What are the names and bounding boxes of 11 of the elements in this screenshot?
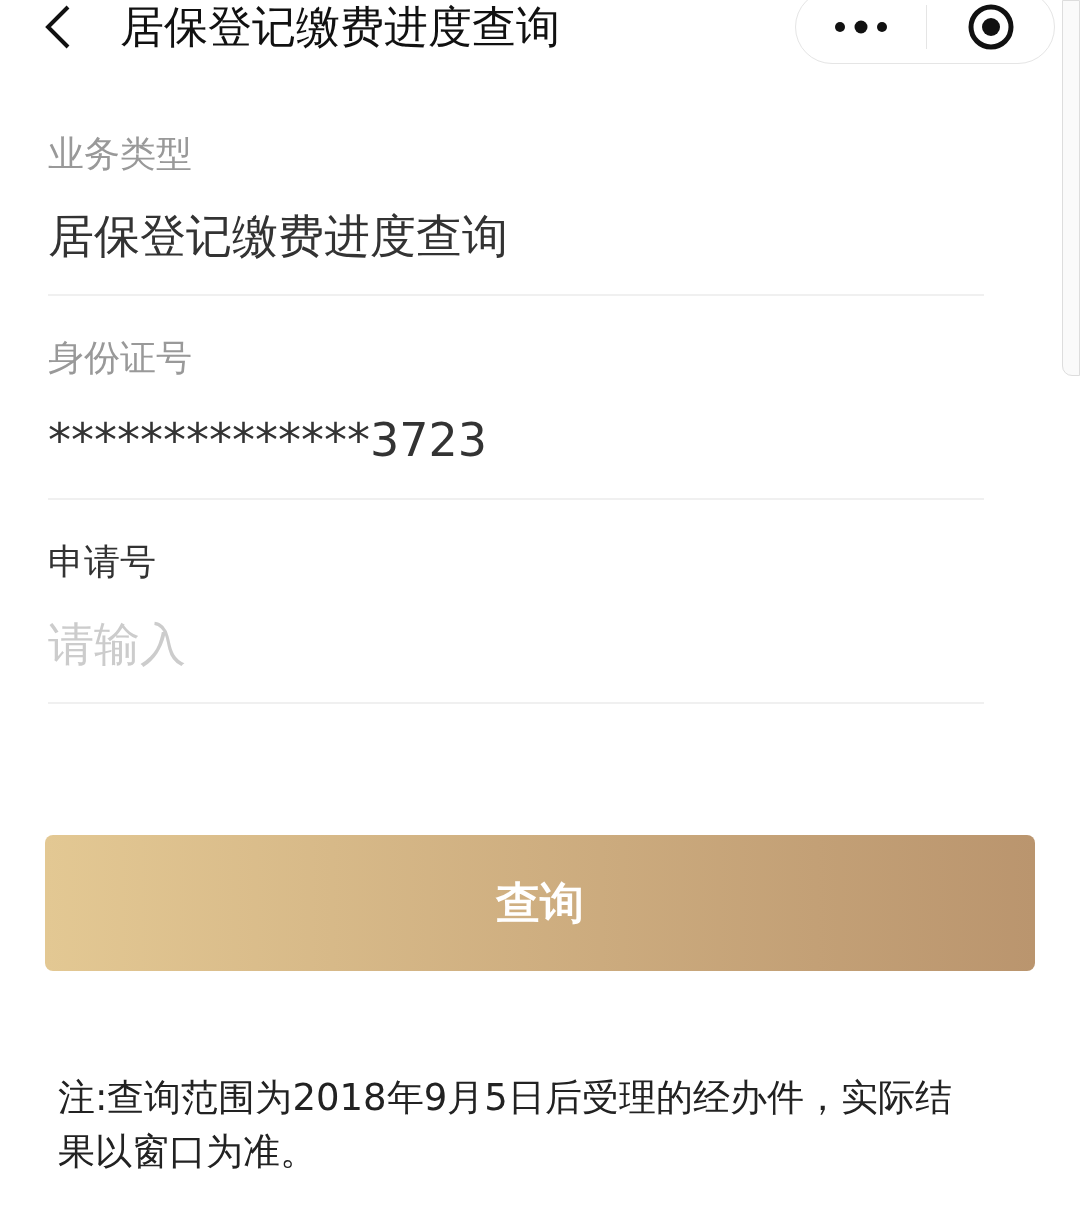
more-icon[interactable] xyxy=(834,20,888,34)
query-button[interactable]: 查询 xyxy=(45,835,1035,971)
field-value: **************3723 xyxy=(48,412,489,468)
field-value: 居保登记缴费进度查询 xyxy=(48,208,509,264)
back-icon[interactable] xyxy=(44,5,72,49)
close-icon[interactable] xyxy=(967,3,1015,51)
field-label: 业务类型 xyxy=(48,132,193,176)
field-label: 申请号 xyxy=(48,540,157,584)
page-title: 居保登记缴费进度查询 xyxy=(120,5,560,49)
note-text: 注:查询范围为2018年9月5日后受理的经办件，实际结果以窗口为准。 xyxy=(58,1075,953,1175)
field-label: 身份证号 xyxy=(48,336,193,380)
